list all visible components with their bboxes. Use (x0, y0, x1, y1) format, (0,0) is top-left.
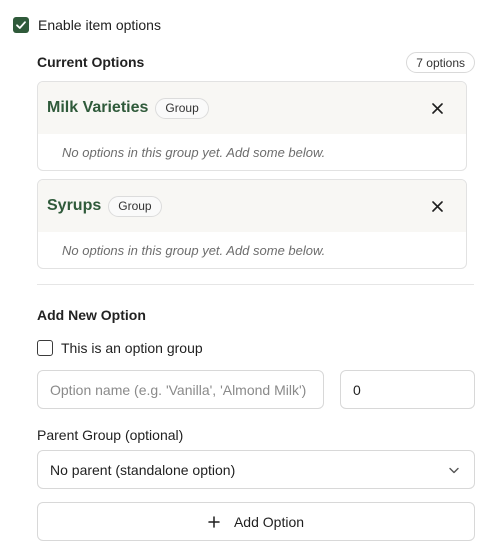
chevron-down-icon (449, 467, 459, 474)
enable-options-label: Enable item options (38, 17, 161, 33)
option-group-header: Milk Varieties Group (38, 82, 466, 134)
option-group-name: Milk Varieties (47, 99, 149, 116)
remove-group-button[interactable] (428, 197, 446, 215)
option-group-checkbox-label: This is an option group (61, 340, 203, 356)
close-icon (431, 200, 443, 212)
group-badge: Group (108, 195, 162, 217)
option-group-card: Syrups Group No options in this group ye… (37, 179, 467, 269)
enable-options-checkbox[interactable] (13, 17, 29, 33)
parent-group-select[interactable]: No parent (standalone option) (37, 450, 475, 489)
option-price-input[interactable] (340, 370, 475, 409)
remove-group-button[interactable] (428, 99, 446, 117)
check-icon (16, 21, 26, 29)
option-group-header: Syrups Group (38, 180, 466, 232)
add-option-button[interactable]: Add Option (37, 502, 475, 541)
option-group-checkbox[interactable] (37, 340, 53, 356)
option-group-card: Milk Varieties Group No options in this … (37, 81, 467, 171)
current-options-title: Current Options (37, 54, 145, 70)
close-icon (431, 102, 443, 114)
parent-group-label: Parent Group (optional) (37, 427, 184, 443)
option-group-name: Syrups (47, 197, 102, 214)
section-divider (37, 284, 474, 285)
enable-options-row[interactable]: Enable item options (13, 17, 161, 33)
group-empty-message: No options in this group yet. Add some b… (62, 144, 326, 160)
option-group-toggle-row[interactable]: This is an option group (37, 340, 203, 356)
options-count-badge: 7 options (406, 52, 475, 73)
option-name-input[interactable] (37, 370, 324, 409)
plus-icon (208, 515, 220, 528)
group-badge: Group (155, 97, 209, 119)
add-option-button-label: Add Option (233, 513, 305, 530)
group-empty-message: No options in this group yet. Add some b… (62, 242, 326, 258)
parent-group-selected-value: No parent (standalone option) (50, 461, 236, 478)
add-new-option-title: Add New Option (37, 307, 146, 323)
